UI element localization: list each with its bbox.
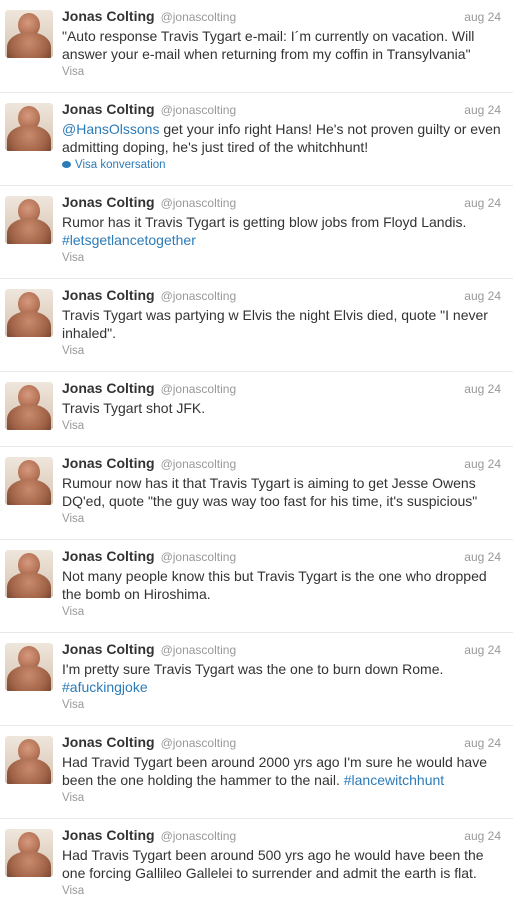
tweet-text: Rumour now has it that Travis Tygart is … [62,475,478,509]
author-name[interactable]: Jonas Colting [62,641,155,657]
author-handle[interactable]: @jonascolting [161,457,237,471]
avatar[interactable] [5,10,53,58]
author-handle[interactable]: @jonascolting [161,550,237,564]
expand-link[interactable]: Visa [62,420,501,436]
tweet[interactable]: Jonas Colting @jonascolting aug 24 Travi… [0,372,513,447]
tweet-date[interactable]: aug 24 [464,103,501,117]
tweet[interactable]: Jonas Colting @jonascolting aug 24 Rumor… [0,186,513,279]
avatar[interactable] [5,643,53,691]
avatar[interactable] [5,550,53,598]
author-handle[interactable]: @jonascolting [161,382,237,396]
expand-link[interactable]: Visa [62,345,501,361]
tweet-date[interactable]: aug 24 [464,289,501,303]
tweet[interactable]: Jonas Colting @jonascolting aug 24 "Auto… [0,0,513,93]
tweet[interactable]: Jonas Colting @jonascolting aug 24 Travi… [0,279,513,372]
avatar[interactable] [5,829,53,877]
expand-link[interactable]: Visa [62,513,501,529]
author-name[interactable]: Jonas Colting [62,380,155,396]
tweet-text: "Auto response Travis Tygart e-mail: I´m… [62,28,475,62]
expand-link[interactable]: Visa [62,66,501,82]
tweet-date[interactable]: aug 24 [464,457,501,471]
tweet[interactable]: Jonas Colting @jonascolting aug 24 Had T… [0,726,513,819]
speech-bubble-icon [62,161,71,168]
tweet-text: Rumor has it Travis Tygart is getting bl… [62,213,501,249]
tweet-text: Had Travid Tygart been around 2000 yrs a… [62,753,501,789]
tweet-timeline: Jonas Colting @jonascolting aug 24 "Auto… [0,0,513,902]
expand-link[interactable]: Visa [62,699,501,715]
expand-link[interactable]: Visa [62,606,501,622]
mention-link[interactable]: @HansOlssons [62,121,159,137]
tweet-text: Not many people know this but Travis Tyg… [62,568,487,602]
avatar[interactable] [5,736,53,784]
author-name[interactable]: Jonas Colting [62,101,155,117]
view-conversation-link[interactable]: Visa konversation [62,159,501,175]
author-handle[interactable]: @jonascolting [161,736,237,750]
expand-link[interactable]: Visa [62,885,501,901]
author-name[interactable]: Jonas Colting [62,734,155,750]
tweet[interactable]: Jonas Colting @jonascolting aug 24 I'm p… [0,633,513,726]
expand-link[interactable]: Visa [62,252,501,268]
tweet-text: @HansOlssons get your info right Hans! H… [62,120,501,156]
tweet-date[interactable]: aug 24 [464,643,501,657]
author-name[interactable]: Jonas Colting [62,827,155,843]
avatar[interactable] [5,382,53,430]
tweet-date[interactable]: aug 24 [464,829,501,843]
author-name[interactable]: Jonas Colting [62,287,155,303]
author-name[interactable]: Jonas Colting [62,548,155,564]
avatar[interactable] [5,457,53,505]
hashtag-link[interactable]: #lancewitchhunt [344,772,444,788]
tweet[interactable]: Jonas Colting @jonascolting aug 24 Rumou… [0,447,513,540]
tweet-date[interactable]: aug 24 [464,10,501,24]
author-handle[interactable]: @jonascolting [161,289,237,303]
tweet-text: Travis Tygart shot JFK. [62,400,206,416]
author-handle[interactable]: @jonascolting [161,829,237,843]
author-handle[interactable]: @jonascolting [161,103,237,117]
tweet-text: Had Travis Tygart been around 500 yrs ag… [62,847,484,881]
expand-link[interactable]: Visa [62,792,501,808]
avatar[interactable] [5,289,53,337]
author-handle[interactable]: @jonascolting [161,643,237,657]
hashtag-link[interactable]: #letsgetlancetogether [62,232,196,248]
tweet-date[interactable]: aug 24 [464,550,501,564]
author-handle[interactable]: @jonascolting [161,196,237,210]
tweet[interactable]: Jonas Colting @jonascolting aug 24 @Hans… [0,93,513,186]
tweet-date[interactable]: aug 24 [464,736,501,750]
avatar[interactable] [5,103,53,151]
tweet-text: I'm pretty sure Travis Tygart was the on… [62,660,501,696]
tweet-text-body: Rumor has it Travis Tygart is getting bl… [62,214,467,230]
author-name[interactable]: Jonas Colting [62,8,155,24]
tweet-date[interactable]: aug 24 [464,196,501,210]
avatar[interactable] [5,196,53,244]
tweet-date[interactable]: aug 24 [464,382,501,396]
hashtag-link[interactable]: #afuckingjoke [62,679,148,695]
author-name[interactable]: Jonas Colting [62,455,155,471]
tweet-text: Travis Tygart was partying w Elvis the n… [62,307,488,341]
author-handle[interactable]: @jonascolting [161,10,237,24]
tweet-text-body: I'm pretty sure Travis Tygart was the on… [62,661,444,677]
author-name[interactable]: Jonas Colting [62,194,155,210]
view-conversation-label: Visa konversation [75,159,166,171]
tweet[interactable]: Jonas Colting @jonascolting aug 24 Had T… [0,819,513,902]
tweet[interactable]: Jonas Colting @jonascolting aug 24 Not m… [0,540,513,633]
